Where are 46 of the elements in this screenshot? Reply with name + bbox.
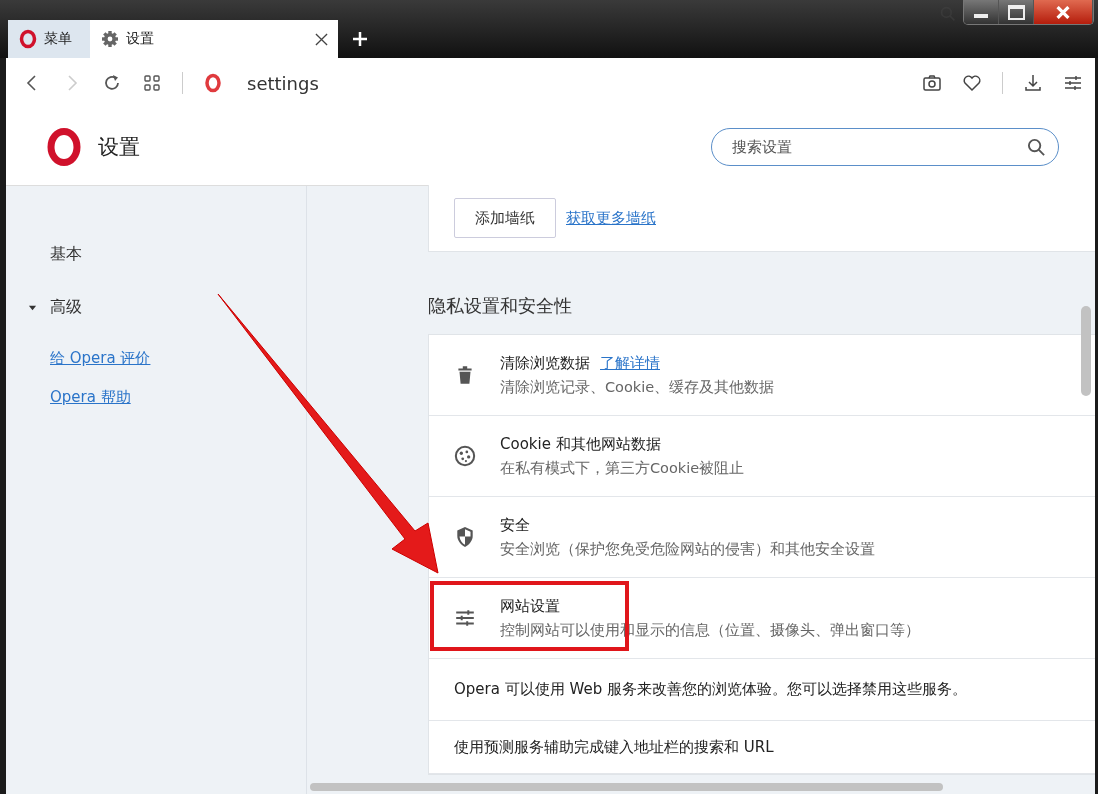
sidebar-item[interactable]: 高级 [6,295,306,319]
download-icon[interactable] [1023,73,1043,93]
browser-tab[interactable]: 菜单 [8,20,90,58]
scrollbar-thumb[interactable] [310,783,943,791]
page-title: 设置 [98,133,140,161]
row-description: 清除浏览记录、Cookie、缓存及其他数据 [500,377,775,397]
row-title: Cookie 和其他网站数据 [500,434,661,454]
row-description: 在私有模式下，第三方Cookie被阻止 [500,458,745,478]
scrollbar-thumb[interactable] [1081,306,1091,396]
sidebar-link[interactable]: 给 Opera 评价 [50,349,151,368]
add-wallpaper-button[interactable]: 添加墙纸 [454,198,556,238]
section-title: 隐私设置和安全性 [428,294,573,318]
address-field[interactable]: settings [247,72,319,94]
settings-row[interactable]: Opera 可以使用 Web 服务来改善您的浏览体验。您可以选择禁用这些服务。 [429,659,1095,721]
grid-icon[interactable] [142,73,162,93]
heart-icon[interactable] [962,73,982,93]
camera-icon[interactable] [922,73,942,93]
more-wallpapers-link[interactable]: 获取更多墙纸 [566,208,656,228]
close-window-button[interactable] [1034,0,1093,24]
close-icon [1055,5,1071,19]
opera-logo-icon [203,73,223,93]
row-title: 网站设置 [500,596,560,616]
search-icon[interactable] [1027,137,1046,157]
settings-row[interactable]: 使用预测服务辅助完成键入地址栏的搜索和 URL [429,721,1095,774]
learn-more-link[interactable]: 了解详情 [600,353,660,373]
row-title: 清除浏览数据 [500,353,590,373]
minimize-button[interactable] [964,0,999,24]
sliders-icon[interactable] [1063,73,1083,93]
sidebar-item[interactable]: 基本 [6,242,306,266]
cookie-icon [454,445,476,467]
plus-icon[interactable] [352,31,368,47]
search-field[interactable]: 搜索设置 [711,127,1059,166]
sidebar-link[interactable]: Opera 帮助 [50,388,131,407]
close-icon[interactable] [315,32,328,46]
row-title: 安全 [500,515,530,535]
settings-row[interactable]: Cookie 和其他网站数据 在私有模式下，第三方Cookie被阻止 [429,416,1095,497]
opera-logo-icon [18,29,38,49]
gear-icon [100,29,120,49]
maximize-button[interactable] [999,0,1034,24]
browser-tab[interactable]: 设置 [90,20,338,58]
row-title: Opera 可以使用 Web 服务来改善您的浏览体验。您可以选择禁用这些服务。 [454,680,967,699]
row-title: 使用预测服务辅助完成键入地址栏的搜索和 URL [454,737,774,757]
row-description: 安全浏览（保护您免受危险网站的侵害）和其他安全设置 [500,539,875,559]
shield-icon [454,526,476,548]
reload-icon[interactable] [102,73,122,93]
sliders-icon [454,607,476,629]
